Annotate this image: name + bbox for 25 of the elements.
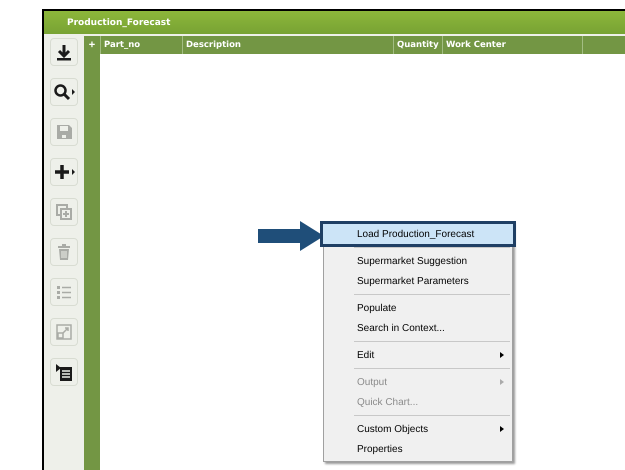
details-icon xyxy=(55,363,73,381)
toolbar-button[interactable] xyxy=(50,158,78,186)
copy-icon xyxy=(55,203,73,221)
menu-item[interactable]: Edit xyxy=(326,345,510,365)
toolbar-button[interactable] xyxy=(50,358,78,386)
add-icon xyxy=(53,163,75,181)
submenu-arrow-icon xyxy=(500,426,504,432)
save-icon xyxy=(55,123,73,141)
window-title: Production_Forecast xyxy=(67,18,170,28)
list-icon xyxy=(55,283,73,301)
menu-item[interactable]: Supermarket Parameters xyxy=(326,271,510,291)
menu-item[interactable]: Search in Context... xyxy=(326,318,510,338)
menu-item[interactable]: Custom Objects xyxy=(326,419,510,439)
submenu-arrow-icon xyxy=(500,379,504,385)
toolbar-button[interactable] xyxy=(50,78,78,106)
download-icon xyxy=(55,43,73,61)
menu-item[interactable]: Load Production_Forecast xyxy=(323,224,513,244)
submenu-arrow-icon xyxy=(500,352,504,358)
search-icon xyxy=(53,83,75,101)
delete-icon xyxy=(55,243,73,261)
menu-item[interactable]: Properties xyxy=(326,439,510,459)
menu-item[interactable]: Supermarket Suggestion xyxy=(326,251,510,271)
menu-item[interactable]: Populate xyxy=(326,298,510,318)
toolbar-button[interactable] xyxy=(50,38,78,66)
resize-icon xyxy=(55,323,73,341)
